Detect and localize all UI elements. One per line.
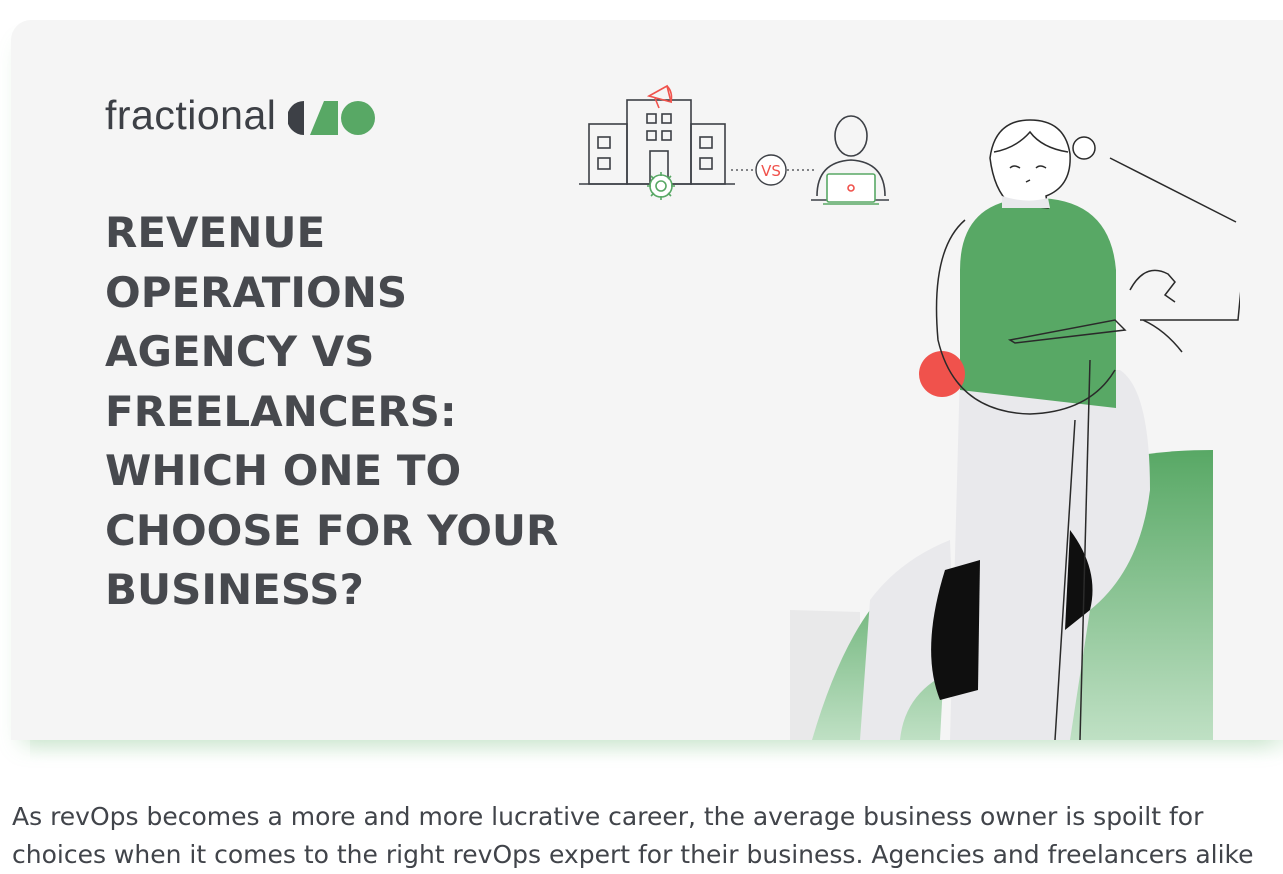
red-dot-icon <box>919 351 965 397</box>
article-intro-line-1: As revOps becomes a more and more lucrat… <box>12 802 1204 831</box>
logo-wordmark: fractional <box>105 92 277 138</box>
gear-icon <box>647 172 675 200</box>
fractional-logo[interactable]: fractional <box>105 95 380 136</box>
article-intro: As revOps becomes a more and more lucrat… <box>12 798 1283 874</box>
vs-label: VS <box>761 162 781 180</box>
agency-building-icon <box>579 99 735 185</box>
hero-title: Revenue Operations Agency vs Freelancers… <box>105 208 559 614</box>
woman-with-laptop-illustration <box>790 119 1240 740</box>
article-intro-line-2: choices when it comes to the right revOp… <box>12 840 1254 869</box>
logo-mark-icon <box>288 100 376 135</box>
vs-badge: VS <box>755 154 787 186</box>
megaphone-icon <box>646 84 673 109</box>
hero-banner: fractional Revenue Operations Agency vs … <box>11 20 1283 740</box>
